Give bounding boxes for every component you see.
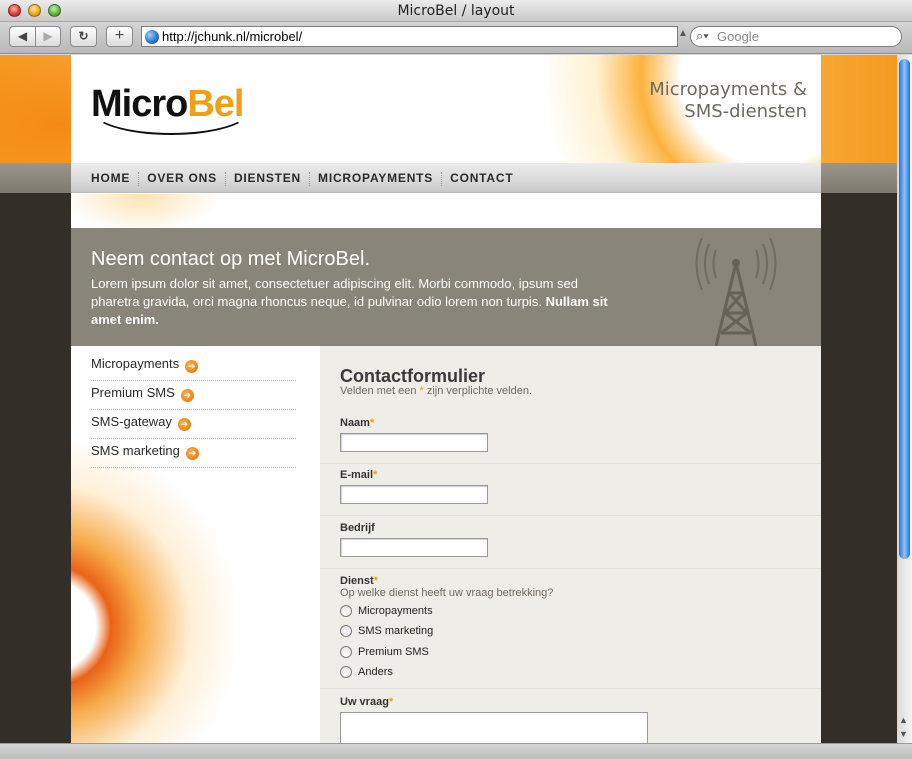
required-mark: * bbox=[373, 575, 378, 587]
scrollbar-thumb[interactable] bbox=[899, 59, 910, 559]
naam-input[interactable] bbox=[340, 433, 488, 452]
required-mark: * bbox=[369, 417, 375, 429]
vertical-scrollbar[interactable]: ▲ ▼ bbox=[897, 55, 912, 743]
sidebar-item-label: Premium SMS bbox=[91, 385, 175, 400]
search-placeholder: Google bbox=[717, 29, 759, 44]
logo-text-micro: Micro bbox=[91, 83, 188, 125]
sidebar-item-sms-marketing[interactable]: SMS marketing ➔ bbox=[91, 439, 296, 468]
naam-label: Naam* bbox=[340, 417, 374, 429]
dienst-label-text: Dienst bbox=[340, 575, 374, 587]
plus-icon: + bbox=[114, 27, 125, 44]
vraag-label-text: Uw vraag bbox=[340, 696, 389, 708]
contact-form-panel: Contactformulier Velden met een * zijn v… bbox=[320, 346, 821, 743]
window-title: MicroBel / layout bbox=[397, 3, 515, 19]
nav-item-contact[interactable]: CONTACT bbox=[442, 163, 521, 193]
nav-item-over-ons[interactable]: OVER ONS bbox=[139, 163, 225, 193]
add-bookmark-button[interactable]: + bbox=[106, 26, 133, 47]
nav-item-home[interactable]: HOME bbox=[71, 163, 138, 193]
field-bedrijf: Bedrijf bbox=[320, 516, 821, 569]
window-titlebar: MicroBel / layout bbox=[0, 0, 912, 22]
form-title: Contactformulier bbox=[340, 366, 486, 386]
address-dropdown-icon[interactable]: ▲ bbox=[678, 28, 688, 39]
tagline-line-1: Micropayments & bbox=[649, 79, 807, 100]
reload-icon: ↻ bbox=[78, 29, 89, 43]
naam-label-text: Naam bbox=[340, 417, 370, 429]
antenna-tower-icon bbox=[695, 238, 777, 346]
sidebar-item-premium-sms[interactable]: Premium SMS ➔ bbox=[91, 381, 296, 410]
sidebar-item-label: SMS marketing bbox=[91, 443, 180, 458]
tagline-line-2: SMS-diensten bbox=[684, 101, 807, 122]
hero-text: Lorem ipsum dolor sit amet, consectetuer… bbox=[91, 275, 611, 329]
logo-text-bel: Bel bbox=[187, 83, 244, 125]
back-button[interactable]: ◀ bbox=[9, 26, 36, 47]
nav-item-diensten[interactable]: DIENSTEN bbox=[226, 163, 309, 193]
sidebar: Micropayments ➔ Premium SMS ➔ SMS-gateway ➔… bbox=[71, 346, 320, 743]
forward-button[interactable]: ▶ bbox=[35, 26, 61, 47]
sidebar-item-label: SMS-gateway bbox=[91, 414, 172, 429]
field-dienst: Dienst* Op welke dienst heeft uw vraag b… bbox=[320, 569, 821, 689]
radio-label-micropayments[interactable]: Micropayments bbox=[358, 605, 433, 617]
field-naam: Naam* bbox=[320, 412, 821, 464]
reload-button[interactable]: ↻ bbox=[70, 26, 97, 47]
vraag-label: Uw vraag* bbox=[340, 696, 393, 708]
hero-title: Neem contact op met MicroBel. bbox=[91, 248, 370, 270]
sidebar-item-label: Micropayments bbox=[91, 356, 180, 371]
radio-anders[interactable] bbox=[340, 666, 352, 678]
arrow-right-icon: ➔ bbox=[177, 418, 191, 431]
site-header: MicroBel Micropayments & SMS-diensten bbox=[71, 55, 821, 163]
nav-item-micropayments[interactable]: MICROPAYMENTS bbox=[310, 163, 441, 193]
radio-premium-sms[interactable] bbox=[340, 646, 352, 658]
address-bar[interactable]: http://jchunk.nl/microbel/ bbox=[141, 26, 678, 47]
browser-toolbar: ◀ ▶ ↻ + http://jchunk.nl/microbel/ ▲ ⌕▾ … bbox=[0, 22, 912, 54]
bedrijf-input[interactable] bbox=[340, 538, 488, 557]
radio-label-sms-marketing[interactable]: SMS marketing bbox=[358, 625, 433, 637]
hero-body: Lorem ipsum dolor sit amet, consectetuer… bbox=[91, 276, 578, 309]
form-subtitle: Velden met een * zijn verplichte velden. bbox=[340, 385, 532, 397]
scroll-down-icon[interactable]: ▼ bbox=[899, 729, 908, 739]
field-email: E-mail* bbox=[320, 464, 821, 516]
arrow-right-icon: ➔ bbox=[185, 360, 199, 373]
page-viewport: MicroBel Micropayments & SMS-diensten HO… bbox=[0, 55, 897, 743]
dienst-label: Dienst* bbox=[340, 575, 378, 587]
arrow-right-icon: ➔ bbox=[185, 447, 199, 460]
radio-sms-marketing[interactable] bbox=[340, 625, 352, 637]
back-icon: ◀ bbox=[17, 29, 28, 43]
page-container: MicroBel Micropayments & SMS-diensten HO… bbox=[71, 55, 821, 743]
radio-micropayments[interactable] bbox=[340, 605, 352, 617]
required-mark: * bbox=[388, 696, 394, 708]
header-spacer bbox=[71, 194, 821, 228]
forward-icon: ▶ bbox=[43, 29, 53, 43]
scroll-up-icon[interactable]: ▲ bbox=[899, 715, 908, 725]
site-logo[interactable]: MicroBel bbox=[91, 83, 245, 126]
hero-banner: Neem contact op met MicroBel. Lorem ipsu… bbox=[71, 228, 821, 346]
email-label: E-mail* bbox=[340, 469, 377, 481]
email-label-text: E-mail bbox=[340, 469, 374, 481]
email-input[interactable] bbox=[340, 485, 488, 504]
vraag-textarea[interactable] bbox=[340, 712, 648, 743]
form-subtitle-post: zijn verplichte velden. bbox=[423, 385, 533, 397]
radio-label-anders[interactable]: Anders bbox=[358, 666, 393, 678]
globe-icon bbox=[145, 30, 159, 44]
sidebar-list: Micropayments ➔ Premium SMS ➔ SMS-gateway ➔… bbox=[91, 352, 296, 468]
sidebar-item-micropayments[interactable]: Micropayments ➔ bbox=[91, 352, 296, 381]
site-tagline: Micropayments & SMS-diensten bbox=[649, 79, 807, 123]
url-text: http://jchunk.nl/microbel/ bbox=[162, 29, 303, 44]
search-icon: ⌕▾ bbox=[696, 28, 709, 43]
sidebar-item-sms-gateway[interactable]: SMS-gateway ➔ bbox=[91, 410, 296, 439]
required-mark: * bbox=[373, 469, 378, 481]
arrow-right-icon: ➔ bbox=[180, 389, 194, 402]
form-subtitle-pre: Velden met een bbox=[340, 385, 420, 397]
radio-label-premium-sms[interactable]: Premium SMS bbox=[358, 646, 429, 658]
dienst-question: Op welke dienst heeft uw vraag betrekkin… bbox=[340, 587, 554, 599]
search-field[interactable]: ⌕▾ Google bbox=[690, 26, 902, 47]
main-navigation: HOME OVER ONS DIENSTEN MICROPAYMENTS CON… bbox=[71, 163, 821, 193]
bedrijf-label: Bedrijf bbox=[340, 522, 375, 534]
status-bar bbox=[0, 743, 912, 759]
